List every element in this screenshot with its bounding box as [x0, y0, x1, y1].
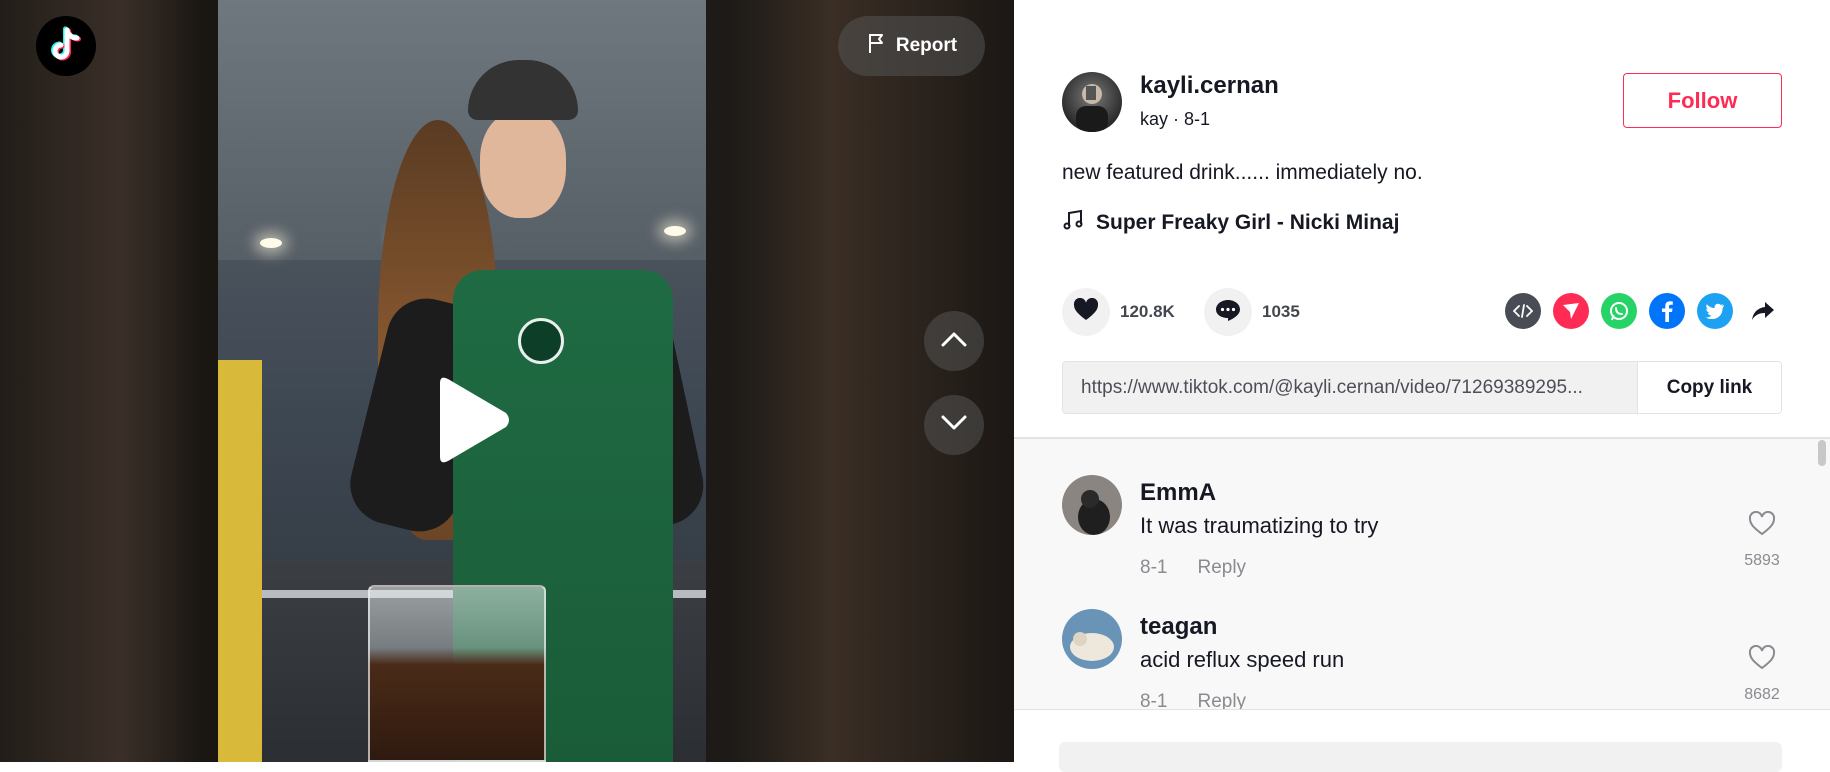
comment-like-count: 8682 [1744, 686, 1780, 703]
video-cup [368, 585, 546, 762]
flag-icon [866, 32, 888, 60]
comment-text: It was traumatizing to try [1140, 513, 1379, 538]
like-action[interactable]: 120.8K [1062, 288, 1175, 336]
facebook-icon[interactable] [1649, 293, 1685, 329]
comment-like[interactable]: 5893 [1742, 510, 1782, 570]
music-note-icon [1062, 209, 1084, 237]
comment-like-count: 5893 [1744, 552, 1780, 569]
commenter-avatar[interactable] [1062, 609, 1122, 669]
share-link-box: https://www.tiktok.com/@kayli.cernan/vid… [1062, 361, 1782, 414]
info-panel: kayli.cernan kay · 8-1 Follow new featur… [1014, 0, 1830, 772]
comment-input-bar [1014, 709, 1830, 772]
comment-meta: 8-1 Reply [1140, 557, 1246, 579]
video-link[interactable]: https://www.tiktok.com/@kayli.cernan/vid… [1063, 377, 1637, 399]
send-icon[interactable] [1553, 293, 1589, 329]
share-row [1505, 293, 1781, 329]
comment-text: acid reflux speed run [1140, 647, 1345, 672]
comments-list[interactable]: EmmA It was traumatizing to try 8-1 Repl… [1014, 439, 1830, 709]
like-count: 120.8K [1120, 302, 1175, 321]
video-apron-logo [518, 318, 564, 364]
ceiling-light [664, 226, 686, 236]
ceiling-light [260, 238, 282, 248]
reply-button[interactable]: Reply [1197, 557, 1246, 579]
embed-icon[interactable] [1505, 293, 1541, 329]
report-label: Report [895, 35, 958, 56]
reply-button[interactable]: Reply [1197, 691, 1246, 709]
comment-meta: 8-1 Reply [1140, 691, 1246, 709]
heart-outline-icon [1748, 644, 1776, 676]
chevron-up-icon [940, 330, 968, 353]
whatsapp-icon[interactable] [1601, 293, 1637, 329]
twitter-icon[interactable] [1697, 293, 1733, 329]
heart-outline-icon [1748, 510, 1776, 542]
tiktok-logo-icon[interactable] [36, 16, 96, 76]
music-title: Super Freaky Girl - Nicki Minaj [1096, 211, 1400, 234]
author-avatar[interactable] [1062, 72, 1122, 132]
share-arrow-icon[interactable] [1745, 293, 1781, 329]
video-panel: Report [0, 0, 1014, 762]
commenter-avatar[interactable] [1062, 475, 1122, 535]
author-username[interactable]: kayli.cernan [1140, 72, 1279, 100]
music-link[interactable]: Super Freaky Girl - Nicki Minaj [1062, 209, 1399, 237]
comment-button[interactable] [1204, 288, 1252, 336]
commenter-name[interactable]: EmmA [1140, 479, 1216, 507]
comment-date: 8-1 [1140, 557, 1168, 578]
author-subline: kay · 8-1 [1140, 109, 1211, 129]
like-button[interactable] [1062, 288, 1110, 336]
comment-item: EmmA It was traumatizing to try 8-1 Repl… [1062, 475, 1782, 595]
comment-count: 1035 [1262, 302, 1300, 321]
play-icon[interactable] [432, 375, 512, 465]
heart-icon [1073, 297, 1099, 327]
video-object [218, 360, 262, 762]
video-person-face [480, 110, 566, 218]
commenter-name[interactable]: teagan [1140, 613, 1217, 641]
next-video-button[interactable] [924, 395, 984, 455]
comment-bubble-icon [1215, 298, 1241, 327]
comment-item: teagan acid reflux speed run 8-1 Reply 8… [1062, 609, 1782, 709]
copy-link-button[interactable]: Copy link [1637, 362, 1781, 413]
video-caption: new featured drink...... immediately no. [1062, 161, 1423, 184]
follow-button[interactable]: Follow [1623, 73, 1782, 128]
comment-like[interactable]: 8682 [1742, 644, 1782, 704]
comment-input[interactable] [1059, 742, 1782, 772]
comment-date: 8-1 [1140, 691, 1168, 709]
report-button[interactable]: Report [838, 16, 985, 76]
previous-video-button[interactable] [924, 311, 984, 371]
comment-action[interactable]: 1035 [1204, 288, 1300, 336]
comments-scrollbar[interactable] [1818, 440, 1826, 466]
chevron-down-icon [940, 414, 968, 437]
